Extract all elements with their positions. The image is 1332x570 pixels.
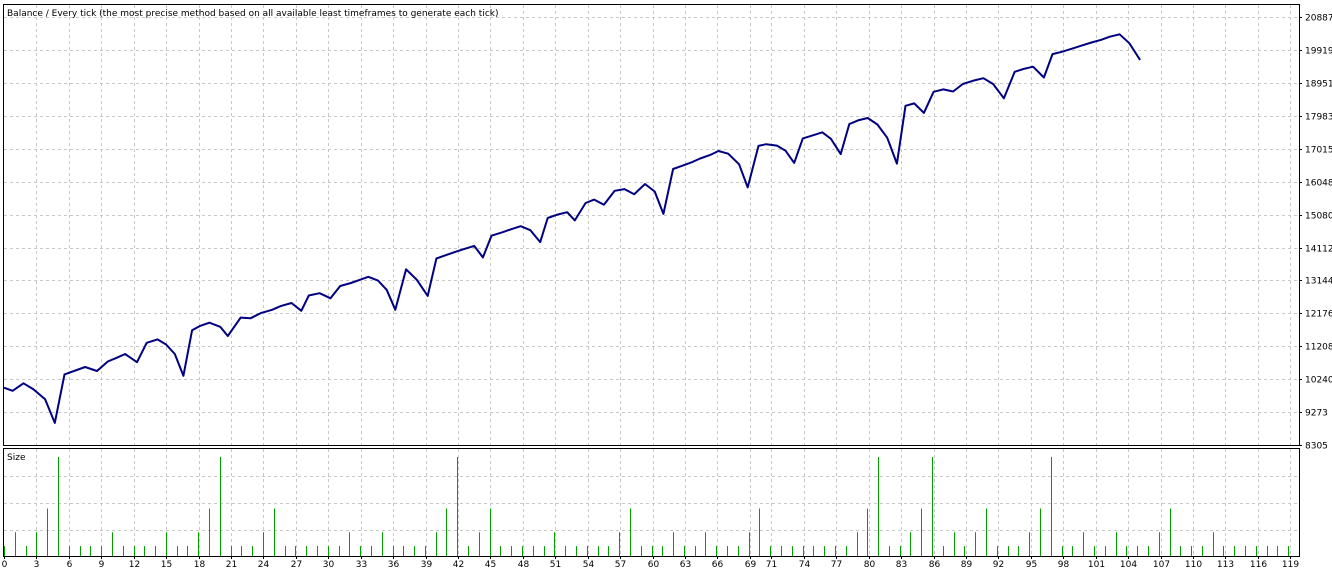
x-tick-label: 101 [1088, 560, 1105, 570]
y-tick-label: 15080 [1305, 212, 1332, 222]
x-tick-label: 95 [1026, 560, 1037, 570]
size-panel-title: Size [7, 453, 26, 463]
x-tick-label: 12 [129, 560, 140, 570]
x-tick-label: 54 [583, 560, 595, 570]
x-tick-label: 89 [961, 560, 973, 570]
x-tick-label: 104 [1120, 560, 1137, 570]
x-tick-label: 57 [615, 560, 626, 570]
x-tick-label: 63 [680, 560, 691, 570]
x-tick-label: 60 [648, 560, 660, 570]
x-tick-label: 110 [1185, 560, 1202, 570]
x-tick-label: 0 [2, 560, 8, 570]
x-tick-label: 45 [485, 560, 496, 570]
x-tick-label: 24 [258, 560, 270, 570]
x-tick-label: 39 [421, 560, 433, 570]
x-tick-label: 42 [453, 560, 464, 570]
x-tick-label: 66 [712, 560, 724, 570]
x-tick-label: 51 [550, 560, 561, 570]
x-tick-label: 83 [896, 560, 907, 570]
x-tick-label: 36 [388, 560, 400, 570]
x-tick-label: 80 [864, 560, 876, 570]
x-tick-label: 98 [1058, 560, 1070, 570]
x-tick-label: 33 [356, 560, 367, 570]
y-tick-label: 17015 [1305, 146, 1332, 156]
y-tick-label: 19919 [1305, 47, 1332, 57]
y-tick-label: 16048 [1305, 179, 1332, 189]
x-tick-label: 18 [194, 560, 206, 570]
y-tick-label: 11208 [1305, 343, 1332, 353]
y-tick-label: 20887 [1305, 14, 1332, 24]
y-tick-label: 10240 [1305, 376, 1332, 386]
x-tick-label: 6 [67, 560, 73, 570]
y-tick-label: 14112 [1305, 245, 1332, 255]
x-tick-label: 69 [745, 560, 757, 570]
y-tick-label: 17983 [1305, 113, 1332, 123]
x-tick-label: 21 [226, 560, 237, 570]
x-tick-label: 27 [291, 560, 302, 570]
x-tick-label: 3 [34, 560, 40, 570]
y-tick-label: 12176 [1305, 310, 1332, 320]
x-tick-label: 74 [799, 560, 811, 570]
x-tick-label: 92 [993, 560, 1004, 570]
balance-chart: 2088719919189511798317015160481508014112… [0, 0, 1332, 570]
chart-title: Balance / Every tick (the most precise m… [7, 9, 499, 19]
y-tick-label: 13144 [1305, 277, 1332, 287]
x-tick-label: 9 [99, 560, 105, 570]
x-tick-label: 77 [831, 560, 842, 570]
x-tick-label: 107 [1153, 560, 1170, 570]
x-tick-label: 71 [766, 560, 777, 570]
x-tick-label: 116 [1250, 560, 1267, 570]
x-tick-label: 113 [1217, 560, 1234, 570]
y-tick-label: 8305 [1305, 442, 1328, 452]
x-tick-label: 48 [518, 560, 530, 570]
x-tick-label: 15 [161, 560, 172, 570]
y-tick-label: 9273 [1305, 409, 1328, 419]
y-tick-label: 18951 [1305, 80, 1332, 90]
x-tick-label: 30 [323, 560, 335, 570]
x-tick-label: 119 [1282, 560, 1299, 570]
x-tick-label: 86 [929, 560, 941, 570]
